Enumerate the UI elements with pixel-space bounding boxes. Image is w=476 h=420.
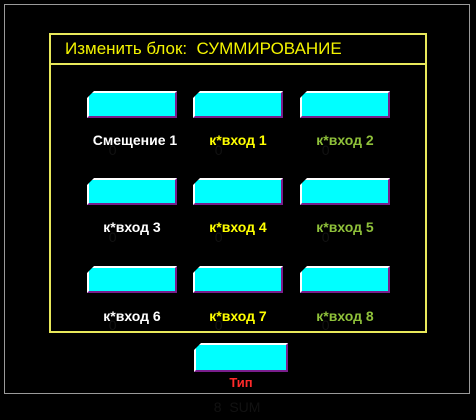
type-value: 8 SUM <box>213 399 261 415</box>
field-notch <box>300 178 307 185</box>
field-notch <box>300 91 307 98</box>
type-label: Тип <box>229 375 253 390</box>
field-notch <box>194 343 201 350</box>
field-notch <box>193 91 200 98</box>
k-input-1-label: к*вход 1 <box>209 132 267 148</box>
k-input-7-field[interactable]: 0 <box>193 266 283 333</box>
k-input-4-label: к*вход 4 <box>209 219 267 235</box>
k-input-5-field[interactable]: 0 <box>300 178 390 245</box>
k-input-5-label: к*вход 5 <box>316 219 374 235</box>
type-field[interactable]: 8 SUM <box>194 343 288 415</box>
field-notch <box>193 266 200 273</box>
k-input-2-label: к*вход 2 <box>316 132 374 148</box>
k-input-1-field[interactable]: 0 <box>193 91 283 158</box>
k-input-8-label: к*вход 8 <box>316 308 374 324</box>
offset-1-field[interactable]: 0 <box>87 91 177 158</box>
k-input-7-label: к*вход 7 <box>209 308 267 324</box>
field-notch <box>87 91 94 98</box>
dialog-title: Изменить блок: СУММИРОВАНИЕ <box>51 35 425 65</box>
offset-1-label: Смещение 1 <box>92 132 178 148</box>
k-input-4-field[interactable]: 0 <box>193 178 283 245</box>
k-input-3-label: к*вход 3 <box>103 219 161 235</box>
k-input-6-label: к*вход 6 <box>103 308 161 324</box>
field-notch <box>87 178 94 185</box>
k-input-3-field[interactable]: 0 <box>87 178 177 245</box>
k-input-6-field[interactable]: 0 <box>87 266 177 333</box>
field-notch <box>87 266 94 273</box>
k-input-8-field[interactable]: 0 <box>300 266 390 333</box>
field-notch <box>300 266 307 273</box>
k-input-2-field[interactable]: 0 <box>300 91 390 158</box>
field-notch <box>193 178 200 185</box>
